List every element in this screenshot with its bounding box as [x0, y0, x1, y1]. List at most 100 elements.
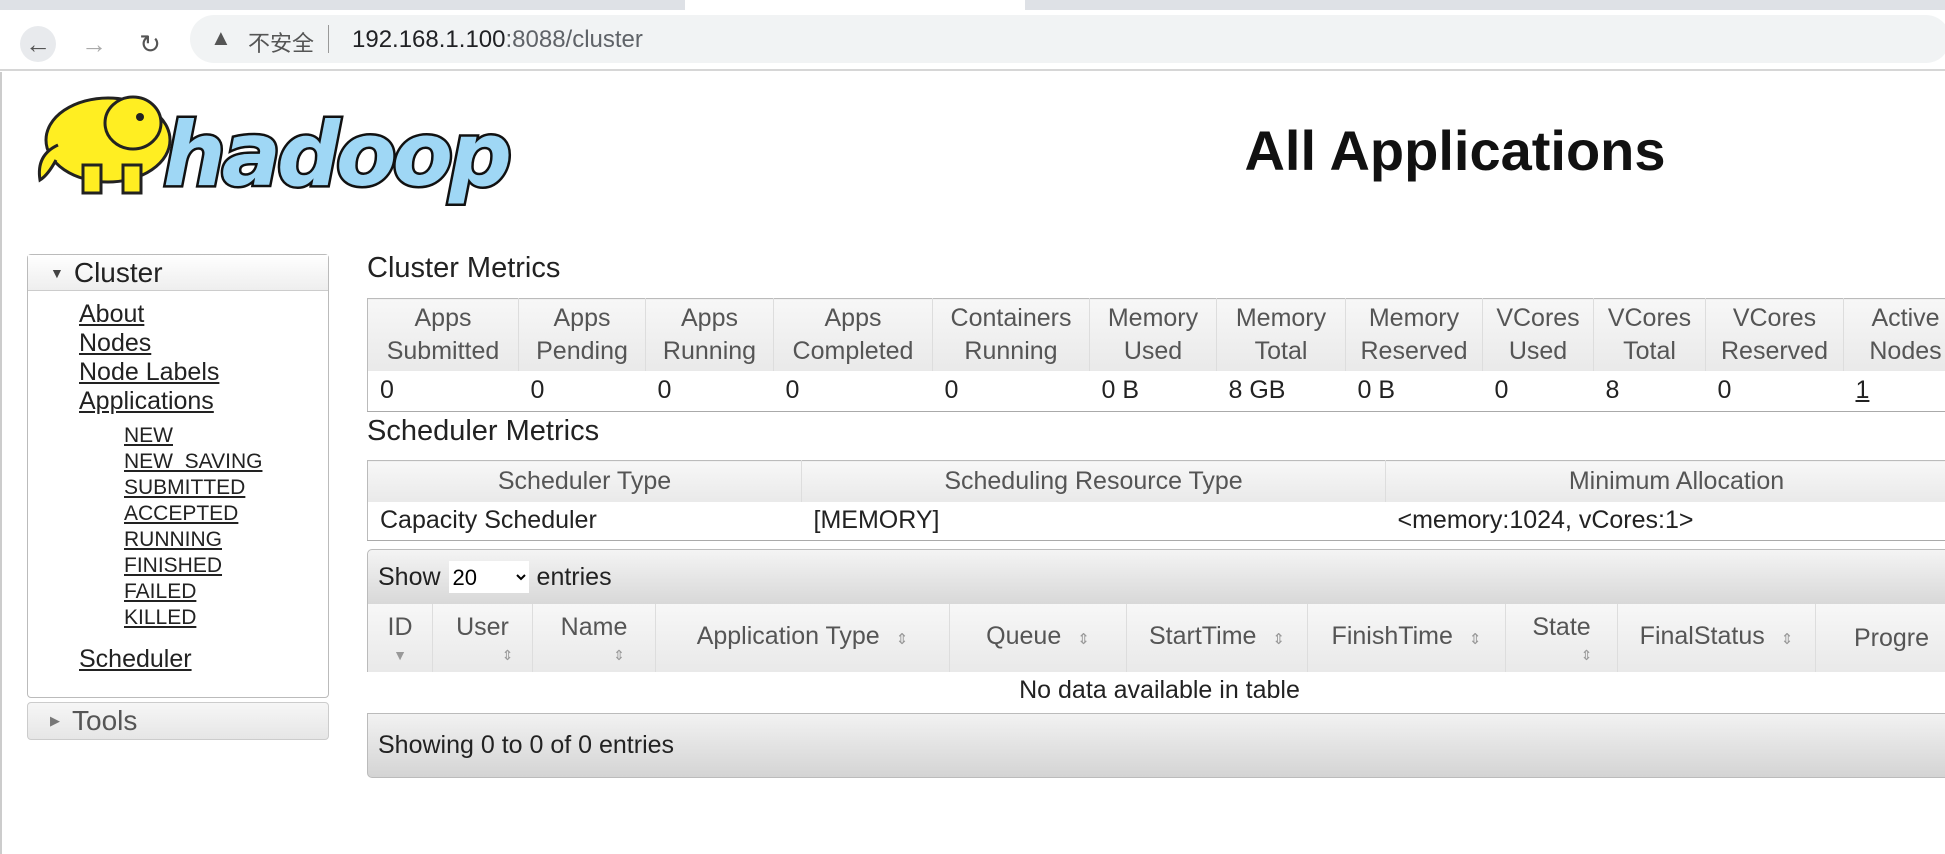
header-scheduling-resource-type: Scheduling Resource Type: [801, 460, 1386, 502]
sidebar-link-nodes[interactable]: Nodes: [79, 329, 219, 358]
column-header-starttime[interactable]: StartTime ⇕: [1126, 604, 1308, 672]
value-active-nodes[interactable]: 1: [1843, 370, 1945, 412]
hadoop-logo[interactable]: hadoop: [28, 85, 548, 220]
header-containers-running: Containers Running: [932, 298, 1090, 371]
column-header-progre[interactable]: Progre: [1815, 604, 1945, 672]
sidebar-link-applications[interactable]: Applications: [79, 387, 219, 416]
value-vcores-total: 8: [1593, 370, 1706, 412]
column-label: Name: [560, 612, 628, 641]
header-line: Containers: [950, 303, 1072, 332]
sidebar-link-finished[interactable]: FINISHED: [124, 553, 262, 579]
header-line: Running: [662, 336, 757, 365]
header-memory-used: Memory Used: [1089, 298, 1217, 371]
sort-icon: ⇕: [1272, 631, 1285, 648]
column-header-name[interactable]: Name ⇕: [532, 604, 656, 672]
column-header-finishtime[interactable]: FinishTime ⇕: [1307, 604, 1506, 672]
column-header-user[interactable]: User ⇕: [432, 604, 533, 672]
value-apps-completed: 0: [773, 370, 933, 412]
page-title: All Applications: [1244, 119, 1666, 182]
reload-button[interactable]: ↻: [132, 26, 168, 62]
header-line: Memory: [1107, 303, 1199, 332]
sidebar-link-running[interactable]: RUNNING: [124, 527, 262, 553]
page-size-select[interactable]: 20: [448, 561, 529, 593]
sidebar-link-failed[interactable]: FAILED: [124, 579, 262, 605]
sidebar-link-node-labels[interactable]: Node Labels: [79, 358, 219, 387]
arrow-right-icon: →: [81, 28, 107, 59]
caret-right-icon: ▶: [50, 713, 60, 728]
sidebar-link-accepted[interactable]: ACCEPTED: [124, 501, 262, 527]
sort-icon: ⇕: [895, 631, 909, 648]
sidebar-link-scheduler[interactable]: Scheduler: [79, 645, 192, 674]
metric-value: 0: [1717, 376, 1732, 405]
header-line: Submitted: [386, 336, 500, 365]
header-active-nodes: Active Nodes: [1843, 298, 1945, 371]
sidebar-link-killed[interactable]: KILLED: [124, 605, 262, 631]
active-nodes-link[interactable]: 1: [1856, 376, 1870, 404]
column-header-id[interactable]: ID ▼: [367, 604, 433, 672]
column-header-queue[interactable]: Queue ⇕: [949, 604, 1127, 672]
column-header-finalstatus[interactable]: FinalStatus ⇕: [1617, 604, 1816, 672]
header-line: Used: [1123, 336, 1183, 365]
cluster-metrics-table: Apps Submitted Apps Pending Apps Running Apps C…: [367, 298, 1945, 412]
column-label: Application Type: [696, 622, 880, 650]
header-line: Apps: [553, 303, 611, 332]
scheduler-metrics-table: Scheduler Type Scheduling Resource Type …: [367, 460, 1945, 541]
address-bar[interactable]: ▲ 不安全 192.168.1.100:8088/cluster: [190, 15, 1945, 63]
header-vcores-reserved: VCores Reserved: [1705, 298, 1844, 371]
header-line: VCores: [1732, 303, 1817, 332]
value-containers-running: 0: [932, 370, 1090, 412]
header-line: Apps: [824, 303, 882, 332]
metric-value: 0: [785, 376, 800, 405]
header-line: Total: [1254, 336, 1308, 365]
header-line: VCores: [1607, 303, 1692, 332]
sidebar-link-new[interactable]: NEW: [124, 423, 262, 449]
header-memory-total: Memory Total: [1216, 298, 1346, 371]
value-apps-submitted: 0: [367, 370, 519, 412]
sidebar-link-new-saving[interactable]: NEW_SAVING: [124, 449, 262, 475]
url-text[interactable]: 192.168.1.100:8088/cluster: [352, 26, 643, 54]
header-line: Apps: [414, 303, 472, 332]
sidebar-cluster-header[interactable]: ▼ Cluster: [28, 255, 328, 291]
back-button[interactable]: ←: [20, 26, 56, 62]
sort-icon: ⇕: [1468, 631, 1482, 648]
empty-table-message: No data available in table: [1019, 676, 1300, 704]
metric-value: 0 B: [1101, 376, 1140, 405]
caret-down-icon: ▼: [50, 264, 64, 281]
sidebar-link-about[interactable]: About: [79, 300, 219, 329]
browser-toolbar: ← → ↻ ▲ 不安全 192.168.1.100:8088/cluster: [0, 10, 1945, 71]
warning-icon: ▲: [210, 25, 232, 50]
metric-value: 0: [380, 376, 394, 405]
column-header-state[interactable]: State ⇕: [1505, 604, 1618, 672]
header-line: Running: [964, 336, 1058, 365]
metric-value: 0: [530, 376, 545, 405]
sort-icon: ⇕: [1580, 646, 1593, 663]
metric-value: 8 GB: [1228, 376, 1286, 405]
value-memory-used: 0 B: [1089, 370, 1217, 412]
header-apps-pending: Apps Pending: [518, 298, 646, 371]
sort-desc-icon: ▼: [393, 646, 407, 663]
forward-button[interactable]: →: [76, 26, 112, 62]
header-minimum-allocation: Minimum Allocation: [1385, 460, 1945, 502]
arrow-left-icon: ←: [25, 28, 51, 59]
header-apps-completed: Apps Completed: [773, 298, 933, 371]
applications-table: ID ▼ User ⇕ Name ⇕ Application Type ⇕ Queue ⇕ Star…: [367, 604, 1945, 672]
sidebar-link-submitted[interactable]: SUBMITTED: [124, 475, 262, 501]
cluster-metrics-title: Cluster Metrics: [367, 252, 561, 284]
metric-value: 0: [1494, 376, 1509, 405]
header-apps-running: Apps Running: [645, 298, 774, 371]
sidebar-tools-header[interactable]: ▶ Tools: [27, 702, 329, 740]
header-line: Reserved: [1360, 336, 1468, 365]
sort-icon: ⇕: [501, 646, 514, 663]
scheduler-type-value: Capacity Scheduler: [367, 501, 802, 541]
metric-value: 0: [657, 376, 672, 405]
value-vcores-used: 0: [1482, 370, 1594, 412]
show-label: Show: [378, 562, 441, 591]
column-label: Queue: [986, 622, 1062, 650]
header-line: Active: [1871, 303, 1940, 332]
column-label: Progre: [1854, 623, 1930, 652]
tools-label: Tools: [72, 705, 138, 736]
header-line: VCores: [1496, 303, 1580, 332]
header-line: Reserved: [1721, 336, 1828, 365]
column-header-application-type[interactable]: Application Type ⇕: [655, 604, 950, 672]
value-memory-total: 8 GB: [1216, 370, 1346, 412]
